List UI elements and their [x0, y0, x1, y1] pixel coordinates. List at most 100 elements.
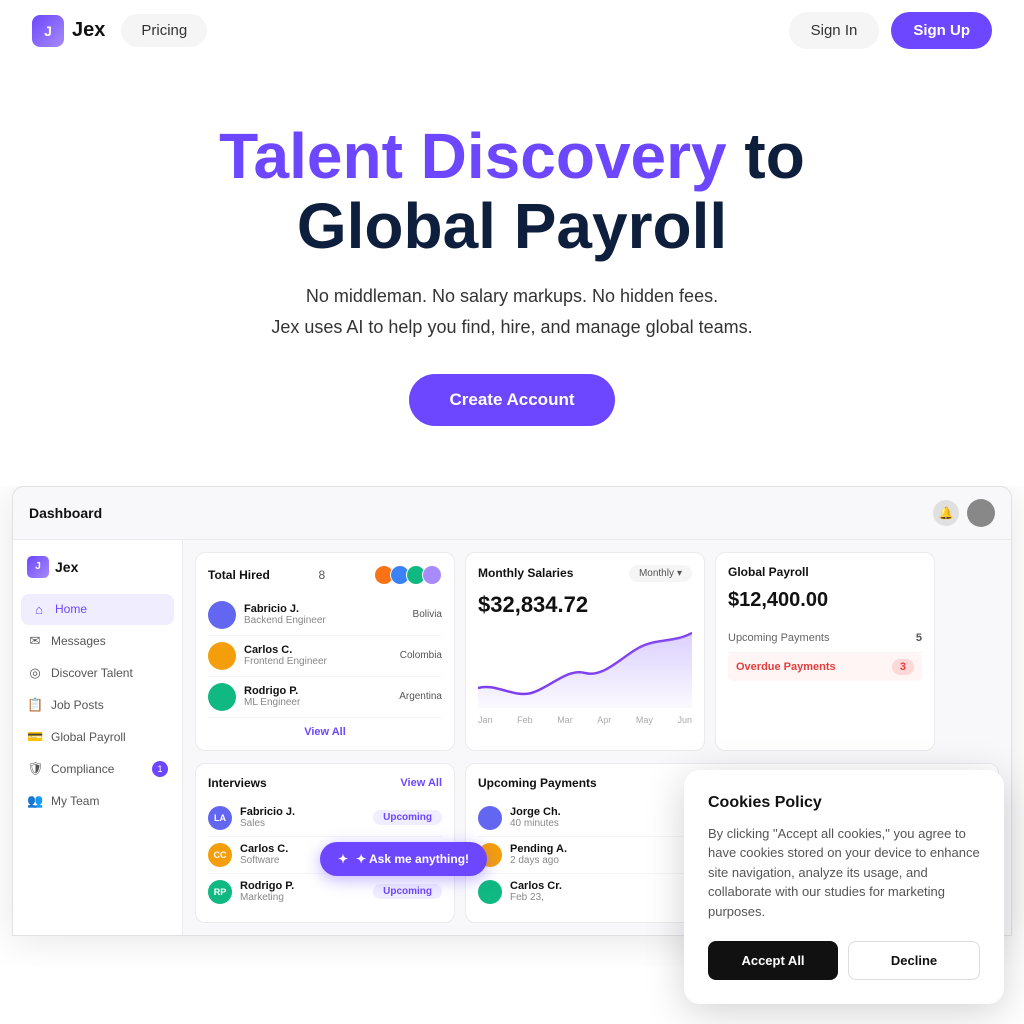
db-logo-icon: J	[27, 556, 49, 578]
compliance-badge: 1	[152, 761, 168, 777]
hired-avatars	[374, 565, 442, 585]
myteam-icon: 👥	[27, 793, 43, 809]
interview-name-1: Fabricio J.	[240, 806, 373, 818]
person-name-1: Fabricio J.	[244, 603, 405, 615]
person-role-1: Backend Engineer	[244, 615, 405, 626]
chart-label-mar: Mar	[557, 715, 573, 725]
person-role-3: ML Engineer	[244, 697, 391, 708]
nav-left: J Jex Pricing	[32, 14, 207, 47]
chart-label-jan: Jan	[478, 715, 493, 725]
cookie-title: Cookies Policy	[708, 794, 980, 812]
overdue-label: Overdue Payments	[736, 661, 836, 673]
sidebar-label-jobposts: Job Posts	[51, 698, 104, 712]
table-row: Fabricio J. Backend Engineer Bolivia	[208, 595, 442, 636]
total-hired-label: Total Hired	[208, 568, 270, 582]
up-name-1: Jorge Ch.	[510, 806, 561, 818]
hero-section: Monthly Salaries Talent Discovery to Glo…	[0, 61, 1024, 466]
sidebar-label-home: Home	[55, 602, 87, 616]
sidebar-item-discover[interactable]: ◎ Discover Talent	[13, 657, 182, 689]
list-item: RP Rodrigo P. Marketing Upcoming	[208, 874, 442, 910]
chart-svg	[478, 628, 692, 708]
sidebar-item-messages[interactable]: ✉ Messages	[13, 625, 182, 657]
salaries-label: Monthly Salaries	[478, 566, 573, 580]
up-time-2: 2 days ago	[510, 855, 567, 866]
chart-label-may: May	[636, 715, 653, 725]
overdue-count: 3	[892, 659, 914, 675]
signin-button[interactable]: Sign In	[789, 12, 880, 49]
payroll-label: Global Payroll	[728, 565, 809, 579]
interview-status-1: Upcoming	[373, 810, 442, 825]
total-hired-header: Total Hired 8	[208, 565, 442, 585]
person-loc-3: Argentina	[399, 691, 442, 702]
monthly-filter[interactable]: Monthly ▾	[629, 565, 692, 582]
avatar-4	[422, 565, 442, 585]
sidebar-item-payroll[interactable]: 💳 Global Payroll	[13, 721, 182, 753]
db-topbar: Dashboard 🔔	[13, 487, 1011, 540]
sidebar-label-messages: Messages	[51, 634, 106, 648]
compliance-icon: 🛡	[27, 761, 43, 777]
payroll-icon: 💳	[27, 729, 43, 745]
jobposts-icon: 📋	[27, 697, 43, 713]
sidebar-item-home[interactable]: ⌂ Home	[21, 594, 174, 625]
nav-right: Sign In Sign Up	[789, 12, 992, 49]
person-loc-1: Bolivia	[413, 609, 442, 620]
db-content-row1: Total Hired 8 Fa	[183, 540, 1011, 763]
dashboard-title: Dashboard	[29, 505, 102, 521]
interview-info-1: Fabricio J. Sales	[240, 806, 373, 829]
interview-role-3: Marketing	[240, 892, 373, 903]
notification-icon[interactable]: 🔔	[933, 500, 959, 526]
interview-avatar-1: LA	[208, 806, 232, 830]
sidebar-item-myteam[interactable]: 👥 My Team	[13, 785, 182, 817]
up-info-2: Pending A. 2 days ago	[510, 843, 567, 866]
interview-name-3: Rodrigo P.	[240, 880, 373, 892]
interviews-header: Interviews View All	[208, 776, 442, 790]
global-payroll-card: Global Payroll $12,400.00 Upcoming Payme…	[715, 552, 935, 751]
table-row: Carlos C. Frontend Engineer Colombia	[208, 636, 442, 677]
sidebar-label-compliance: Compliance	[51, 762, 114, 776]
decline-cookies-button[interactable]: Decline	[848, 941, 980, 980]
salary-amount: $32,834.72	[478, 592, 692, 618]
upcoming-payments-row: Upcoming Payments 5	[728, 624, 922, 653]
total-hired-card: Total Hired 8 Fa	[195, 552, 455, 751]
person-info-2: Carlos C. Frontend Engineer	[244, 644, 392, 667]
ai-ask-button[interactable]: ✦ ✦ Ask me anything!	[320, 842, 487, 876]
chart-labels: Jan Feb Mar Apr May Jun	[478, 715, 692, 725]
upcoming-count: 5	[916, 632, 922, 644]
sparkle-icon: ✦	[338, 852, 348, 866]
person-name-3: Rodrigo P.	[244, 685, 391, 697]
db-sidebar: J Jex ⌂ Home ✉ Messages ◎ Discover Talen…	[13, 540, 183, 935]
person-avatar-3	[208, 683, 236, 711]
hero-dark2: Global Payroll	[297, 190, 727, 262]
discover-icon: ◎	[27, 665, 43, 681]
chevron-down-icon: ▾	[677, 568, 682, 579]
interview-role-1: Sales	[240, 818, 373, 829]
db-logo: J Jex	[13, 556, 182, 594]
db-topbar-right: 🔔	[933, 499, 995, 527]
logo-text: Jex	[72, 19, 105, 42]
interview-status-3: Upcoming	[373, 884, 442, 899]
signup-button[interactable]: Sign Up	[891, 12, 992, 49]
interview-avatar-2: CC	[208, 843, 232, 867]
payroll-amount: $12,400.00	[728, 589, 922, 612]
hero-sub2: Jex uses AI to help you find, hire, and …	[20, 317, 1004, 338]
person-role-2: Frontend Engineer	[244, 656, 392, 667]
upcoming-label: Upcoming Payments	[728, 632, 830, 644]
up-name-3: Carlos Cr.	[510, 880, 562, 892]
sidebar-item-jobposts[interactable]: 📋 Job Posts	[13, 689, 182, 721]
db-logo-text: Jex	[55, 559, 78, 575]
up-avatar-1	[478, 806, 502, 830]
interviews-view-all[interactable]: View All	[400, 777, 442, 789]
hero-sub1: No middleman. No salary markups. No hidd…	[20, 286, 1004, 307]
person-info-1: Fabricio J. Backend Engineer	[244, 603, 405, 626]
navbar: J Jex Pricing Sign In Sign Up	[0, 0, 1024, 61]
person-name-2: Carlos C.	[244, 644, 392, 656]
salary-chart: Jan Feb Mar Apr May Jun	[478, 628, 692, 708]
accept-cookies-button[interactable]: Accept All	[708, 941, 838, 980]
pricing-link[interactable]: Pricing	[121, 14, 207, 47]
sidebar-item-compliance[interactable]: 🛡 Compliance 1	[13, 753, 182, 785]
view-all-button[interactable]: View All	[208, 726, 442, 738]
cookie-actions: Accept All Decline	[708, 941, 980, 980]
salaries-header: Monthly Salaries Monthly ▾	[478, 565, 692, 582]
hero-dark1: to	[744, 120, 804, 192]
create-account-button[interactable]: Create Account	[409, 374, 614, 426]
